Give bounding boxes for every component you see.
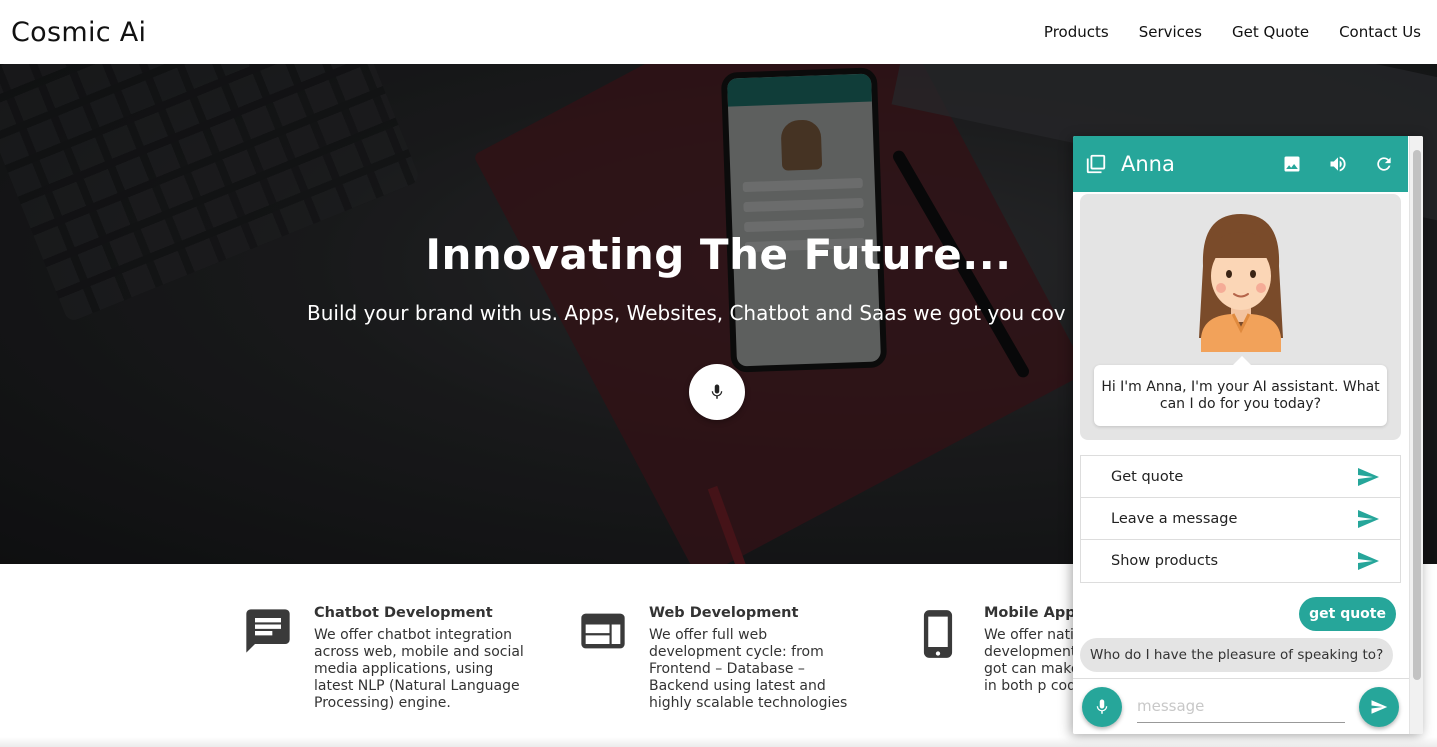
service-chatbot: Chatbot Development We offer chatbot int… — [240, 605, 524, 712]
send-arrow-icon — [1358, 467, 1379, 486]
smartphone-icon — [923, 610, 953, 658]
web-layout-icon — [581, 613, 625, 649]
microphone-icon — [711, 384, 723, 399]
refresh-icon[interactable] — [1374, 154, 1394, 174]
quick-replies: Get quote Leave a message Show products — [1080, 455, 1401, 583]
user-message: get quote — [1299, 597, 1396, 631]
option-get-quote[interactable]: Get quote — [1081, 456, 1400, 498]
option-label: Leave a message — [1111, 510, 1238, 527]
send-button[interactable] — [1359, 687, 1399, 727]
send-arrow-icon — [1358, 509, 1379, 528]
send-icon — [1371, 700, 1388, 714]
service-title: Chatbot Development — [314, 605, 493, 621]
hero-mic-button[interactable] — [689, 364, 745, 420]
assistant-greeting: Hi I'm Anna, I'm your AI assistant. What… — [1094, 356, 1387, 426]
option-label: Get quote — [1111, 468, 1184, 485]
main-nav: Products Services Get Quote Contact Us — [1044, 23, 1421, 41]
bottom-shadow — [0, 737, 1437, 747]
top-navbar: Cosmic Ai Products Services Get Quote Co… — [0, 0, 1437, 64]
nav-products[interactable]: Products — [1044, 23, 1109, 41]
nav-services[interactable]: Services — [1139, 23, 1202, 41]
chat-input-bar — [1073, 678, 1409, 734]
bot-message: Who do I have the pleasure of speaking t… — [1080, 638, 1394, 672]
service-description: We offer full web development cycle: fro… — [649, 627, 848, 711]
chat-bubble-icon — [246, 609, 290, 653]
chatbot-widget: Anna Hi I'm Anna, I'm your AI assistant.… — [1073, 136, 1423, 734]
assistant-avatar — [1199, 214, 1283, 352]
scrollbar-thumb[interactable] — [1413, 150, 1421, 680]
message-input[interactable] — [1137, 689, 1345, 723]
option-leave-message[interactable]: Leave a message — [1081, 498, 1400, 540]
assistant-card: Hi I'm Anna, I'm your AI assistant. What… — [1080, 194, 1401, 440]
microphone-icon — [1096, 699, 1108, 714]
image-icon[interactable] — [1282, 154, 1302, 174]
service-title: Web Development — [649, 605, 799, 621]
window-icon[interactable] — [1085, 153, 1107, 175]
voice-input-button[interactable] — [1082, 687, 1122, 727]
brand-logo[interactable]: Cosmic Ai — [11, 17, 146, 48]
chat-header: Anna — [1073, 136, 1408, 192]
service-description: We offer chatbot integration across web,… — [314, 627, 524, 711]
option-show-products[interactable]: Show products — [1081, 540, 1400, 582]
volume-icon[interactable] — [1328, 154, 1348, 174]
hero-subtitle: Build your brand with us. Apps, Websites… — [307, 301, 1066, 325]
nav-contact-us[interactable]: Contact Us — [1339, 23, 1421, 41]
chat-scrollbar[interactable] — [1409, 136, 1423, 734]
chat-title: Anna — [1121, 152, 1175, 176]
service-web: Web Development We offer full web develo… — [575, 605, 859, 712]
option-label: Show products — [1111, 553, 1219, 569]
nav-get-quote[interactable]: Get Quote — [1232, 23, 1309, 41]
send-arrow-icon — [1358, 552, 1379, 570]
